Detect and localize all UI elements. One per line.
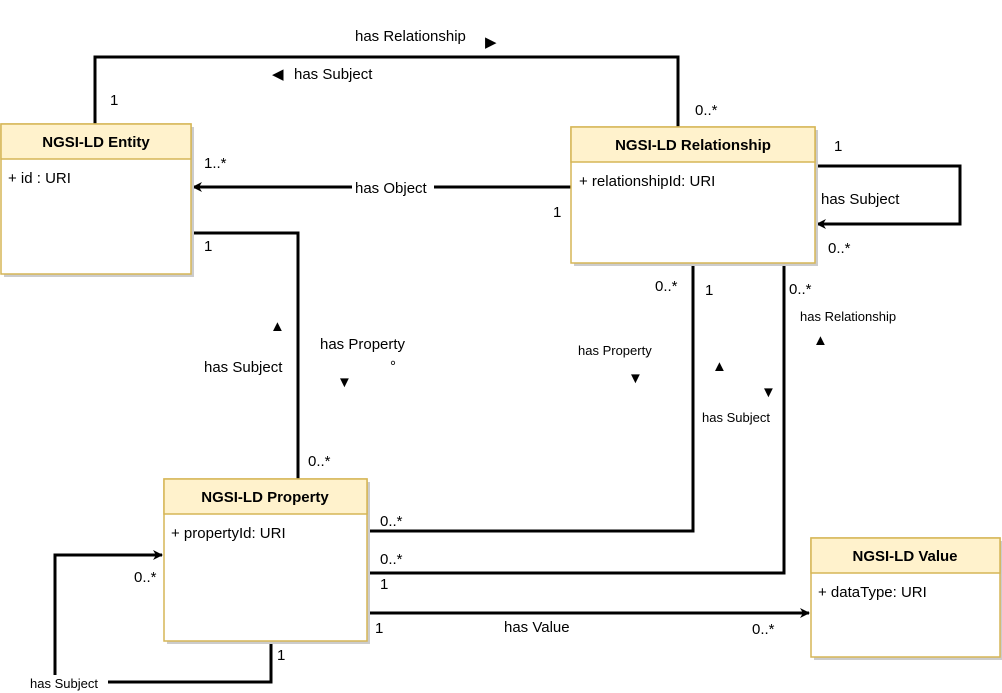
multiplicity: 1 <box>834 138 842 155</box>
class-relationship[interactable]: NGSI-LD Relationship + relationshipId: U… <box>570 126 818 266</box>
arrow-down-icon: ▼ <box>761 384 776 401</box>
edge-relationship-property <box>367 263 695 533</box>
class-attribute: + dataType: URI <box>818 584 927 601</box>
class-attribute: + id : URI <box>8 170 71 187</box>
multiplicity: 0..* <box>380 513 403 530</box>
multiplicity: 1 <box>705 282 713 299</box>
class-title: NGSI-LD Entity <box>42 134 150 151</box>
edge-label: has Object <box>355 180 428 197</box>
multiplicity: 0..* <box>695 102 718 119</box>
multiplicity: 1 <box>380 576 388 593</box>
class-title: NGSI-LD Property <box>201 489 329 506</box>
edge-label: has Property <box>320 336 406 353</box>
uml-diagram: NGSI-LD Entity + id : URI NGSI-LD Relati… <box>0 28 1002 691</box>
edge-label: has Property <box>578 343 652 358</box>
multiplicity: 1 <box>553 204 561 221</box>
edge-label: has Subject <box>702 410 770 425</box>
multiplicity: 0..* <box>789 281 812 298</box>
multiplicity: 1 <box>204 238 212 255</box>
edge-label: has Value <box>504 619 570 636</box>
class-title: NGSI-LD Relationship <box>615 137 771 154</box>
multiplicity: 0..* <box>380 551 403 568</box>
edge-label: has Subject <box>821 191 900 208</box>
multiplicity: 0..* <box>134 569 157 586</box>
class-attribute: + propertyId: URI <box>171 525 286 542</box>
multiplicity: 1..* <box>204 155 227 172</box>
multiplicity: 0..* <box>308 453 331 470</box>
multiplicity: 1 <box>375 620 383 637</box>
edge-label: has Subject <box>204 359 283 376</box>
edge-label: has Relationship <box>800 309 896 324</box>
edge-label: has Subject <box>294 66 373 83</box>
edge-entity-relationship <box>93 55 680 127</box>
arrow-right-icon: ▶ <box>485 34 497 51</box>
multiplicity: 0..* <box>752 621 775 638</box>
class-title: NGSI-LD Value <box>852 548 957 565</box>
edge-entity-property <box>191 231 300 479</box>
arrow-down-icon: ▼ <box>628 370 643 387</box>
edge-mark: ° <box>390 358 396 375</box>
arrow-up-icon: ▲ <box>813 332 828 349</box>
arrow-up-icon: ▲ <box>270 318 285 335</box>
class-attribute: + relationshipId: URI <box>579 173 715 190</box>
edge-label: has Relationship <box>355 28 466 45</box>
class-entity[interactable]: NGSI-LD Entity + id : URI <box>0 123 194 277</box>
multiplicity: 0..* <box>828 240 851 257</box>
multiplicity: 1 <box>277 647 285 664</box>
arrow-left-icon: ◀ <box>272 66 284 83</box>
multiplicity: 0..* <box>655 278 678 295</box>
edge-label: has Subject <box>30 676 98 691</box>
arrow-down-icon: ▼ <box>337 374 352 391</box>
multiplicity: 1 <box>110 92 118 109</box>
class-value[interactable]: NGSI-LD Value + dataType: URI <box>810 537 1002 660</box>
class-property[interactable]: NGSI-LD Property + propertyId: URI <box>163 478 370 644</box>
arrow-up-icon: ▲ <box>712 358 727 375</box>
